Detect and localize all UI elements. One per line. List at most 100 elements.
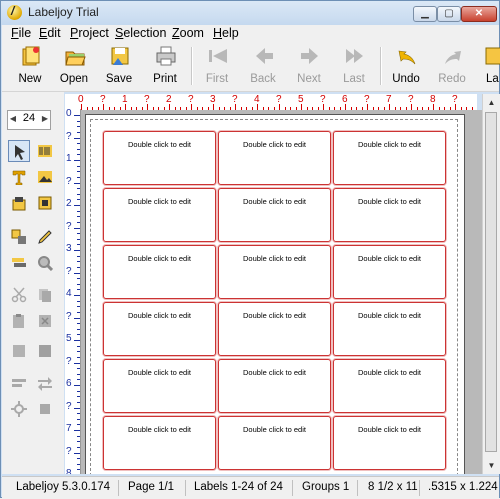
label-cell[interactable]: Double click to edit [218,302,331,356]
ruler-v-tick [74,452,80,454]
maximize-button[interactable]: ▢ [437,6,461,22]
open-button[interactable]: Open [52,43,96,89]
ruler-v-tick [74,250,80,251]
ruler-v-tick [77,300,80,302]
ruler-v-tick [74,182,80,184]
redo-button[interactable]: Redo [430,43,474,89]
vertical-scrollbar[interactable]: ▲ ▼ [482,94,500,474]
ruler-v-tick [74,205,80,206]
barcode-tool-icon[interactable] [34,140,56,162]
group-tool-icon[interactable] [8,226,30,248]
window-title: Labeljoy Trial [28,5,99,19]
last-button[interactable]: Last [332,43,376,89]
ruler-v-tick [77,176,80,178]
scroll-up-icon[interactable]: ▲ [484,95,499,110]
horizontal-ruler[interactable]: 0? 1? 2? 3? 4? 5? 6? 7? 8? [77,94,477,111]
zoom-spinner[interactable]: ◀ 24 ▶ [7,110,51,130]
swap-tool-icon[interactable] [34,372,56,394]
align-tool-icon[interactable] [8,340,30,362]
ruler-v-tick [74,340,80,341]
zoom-spinner-value[interactable]: 24 [20,112,38,124]
close-button[interactable]: ✕ [461,6,497,22]
label-placeholder-text: Double click to edit [243,140,306,149]
ruler-v-tick [77,283,80,285]
back-arrow-icon [256,48,273,64]
label-cell[interactable]: Double click to edit [103,188,216,242]
next-arrow-icon [301,48,318,64]
ruler-v-label: ? [66,175,72,187]
ruler-v-tick [77,328,80,330]
label-cell[interactable]: Double click to edit [333,359,446,413]
next-button[interactable]: Next [287,43,331,89]
label-cell[interactable]: Double click to edit [333,416,446,470]
ruler-v-tick [74,407,80,409]
label-cell[interactable]: Double click to edit [218,416,331,470]
scroll-down-icon[interactable]: ▼ [484,458,499,473]
label-placeholder-text: Double click to edit [243,425,306,434]
toolbar-separator [380,47,382,85]
ruler-v-tick [77,255,80,257]
ruler-v-label: 5 [66,333,72,344]
ruler-v-tick [77,379,80,381]
title-bar[interactable]: Labeljoy Trial ▁ ▢ ✕ [1,1,499,25]
ruler-v-label: 8 [66,468,72,474]
menu-file[interactable]: File [11,26,31,40]
label-cell[interactable]: Double click to edit [218,245,331,299]
label-cell[interactable]: Double click to edit [103,416,216,470]
label-cell[interactable]: Double click to edit [333,245,446,299]
save-button[interactable]: Save [97,43,141,89]
label-cell[interactable]: Double click to edit [333,188,446,242]
label-cell[interactable]: Double click to edit [218,359,331,413]
label-cell[interactable]: Double click to edit [218,131,331,185]
menu-zoom[interactable]: Zoom [172,26,204,40]
vertical-ruler[interactable]: 0? 1? 2? 3? 4? 5? 6? 7? 8 [65,109,81,474]
text-tool-icon[interactable] [8,166,30,188]
design-canvas[interactable]: Double click to edit Double click to edit… [81,110,482,474]
ruler-v-tick [77,424,80,426]
copy-tool-icon[interactable] [34,284,56,306]
delete-tool-icon[interactable] [34,310,56,332]
arrange-tool-icon[interactable] [34,398,56,420]
pointer-tool-icon[interactable] [8,140,30,162]
ruler-v-label: 1 [66,153,72,164]
pen-tool-icon[interactable] [34,226,56,248]
layers-tool-icon[interactable] [8,252,30,274]
first-button[interactable]: First [195,43,239,89]
undo-button[interactable]: Undo [384,43,428,89]
menu-project[interactable]: Project [70,26,109,40]
label-cell[interactable]: Double click to edit [333,302,446,356]
shape-tool-icon[interactable] [34,192,56,214]
cut-tool-icon[interactable] [8,284,30,306]
back-button[interactable]: Back [241,43,285,89]
image-tool-icon[interactable] [34,166,56,188]
labels-button[interactable]: La [476,43,500,89]
scroll-thumb[interactable] [485,112,497,452]
paste-tool-icon[interactable] [8,310,30,332]
flip-tool-icon[interactable] [8,372,30,394]
ruler-v-tick [77,238,80,240]
database-tool-icon[interactable] [8,192,30,214]
print-button[interactable]: Print [143,43,187,89]
rotate-tool-icon[interactable] [8,398,30,420]
zoom-tool-icon[interactable] [34,252,56,274]
label-cell[interactable]: Double click to edit [103,131,216,185]
label-cell[interactable]: Double click to edit [333,131,446,185]
label-cell[interactable]: Double click to edit [103,359,216,413]
label-cell[interactable]: Double click to edit [103,302,216,356]
label-cell[interactable]: Double click to edit [103,245,216,299]
ruler-v-tick [77,131,80,133]
new-button[interactable]: New [8,43,52,89]
menu-help[interactable]: Help [213,26,239,40]
label-cell[interactable]: Double click to edit [218,188,331,242]
minimize-button[interactable]: ▁ [413,6,437,22]
label-placeholder-text: Double click to edit [128,311,191,320]
menu-edit[interactable]: Edit [39,26,61,40]
ruler-v-label: 3 [66,243,72,254]
distribute-tool-icon[interactable] [34,340,56,362]
spinner-right-icon[interactable]: ▶ [40,112,50,126]
app-window: Labeljoy Trial ▁ ▢ ✕ File Edit Project S… [0,0,500,499]
menu-selection[interactable]: Selection [115,26,166,40]
ruler-v-tick [77,323,80,325]
spinner-left-icon[interactable]: ◀ [8,112,18,126]
ruler-v-tick [77,188,80,190]
